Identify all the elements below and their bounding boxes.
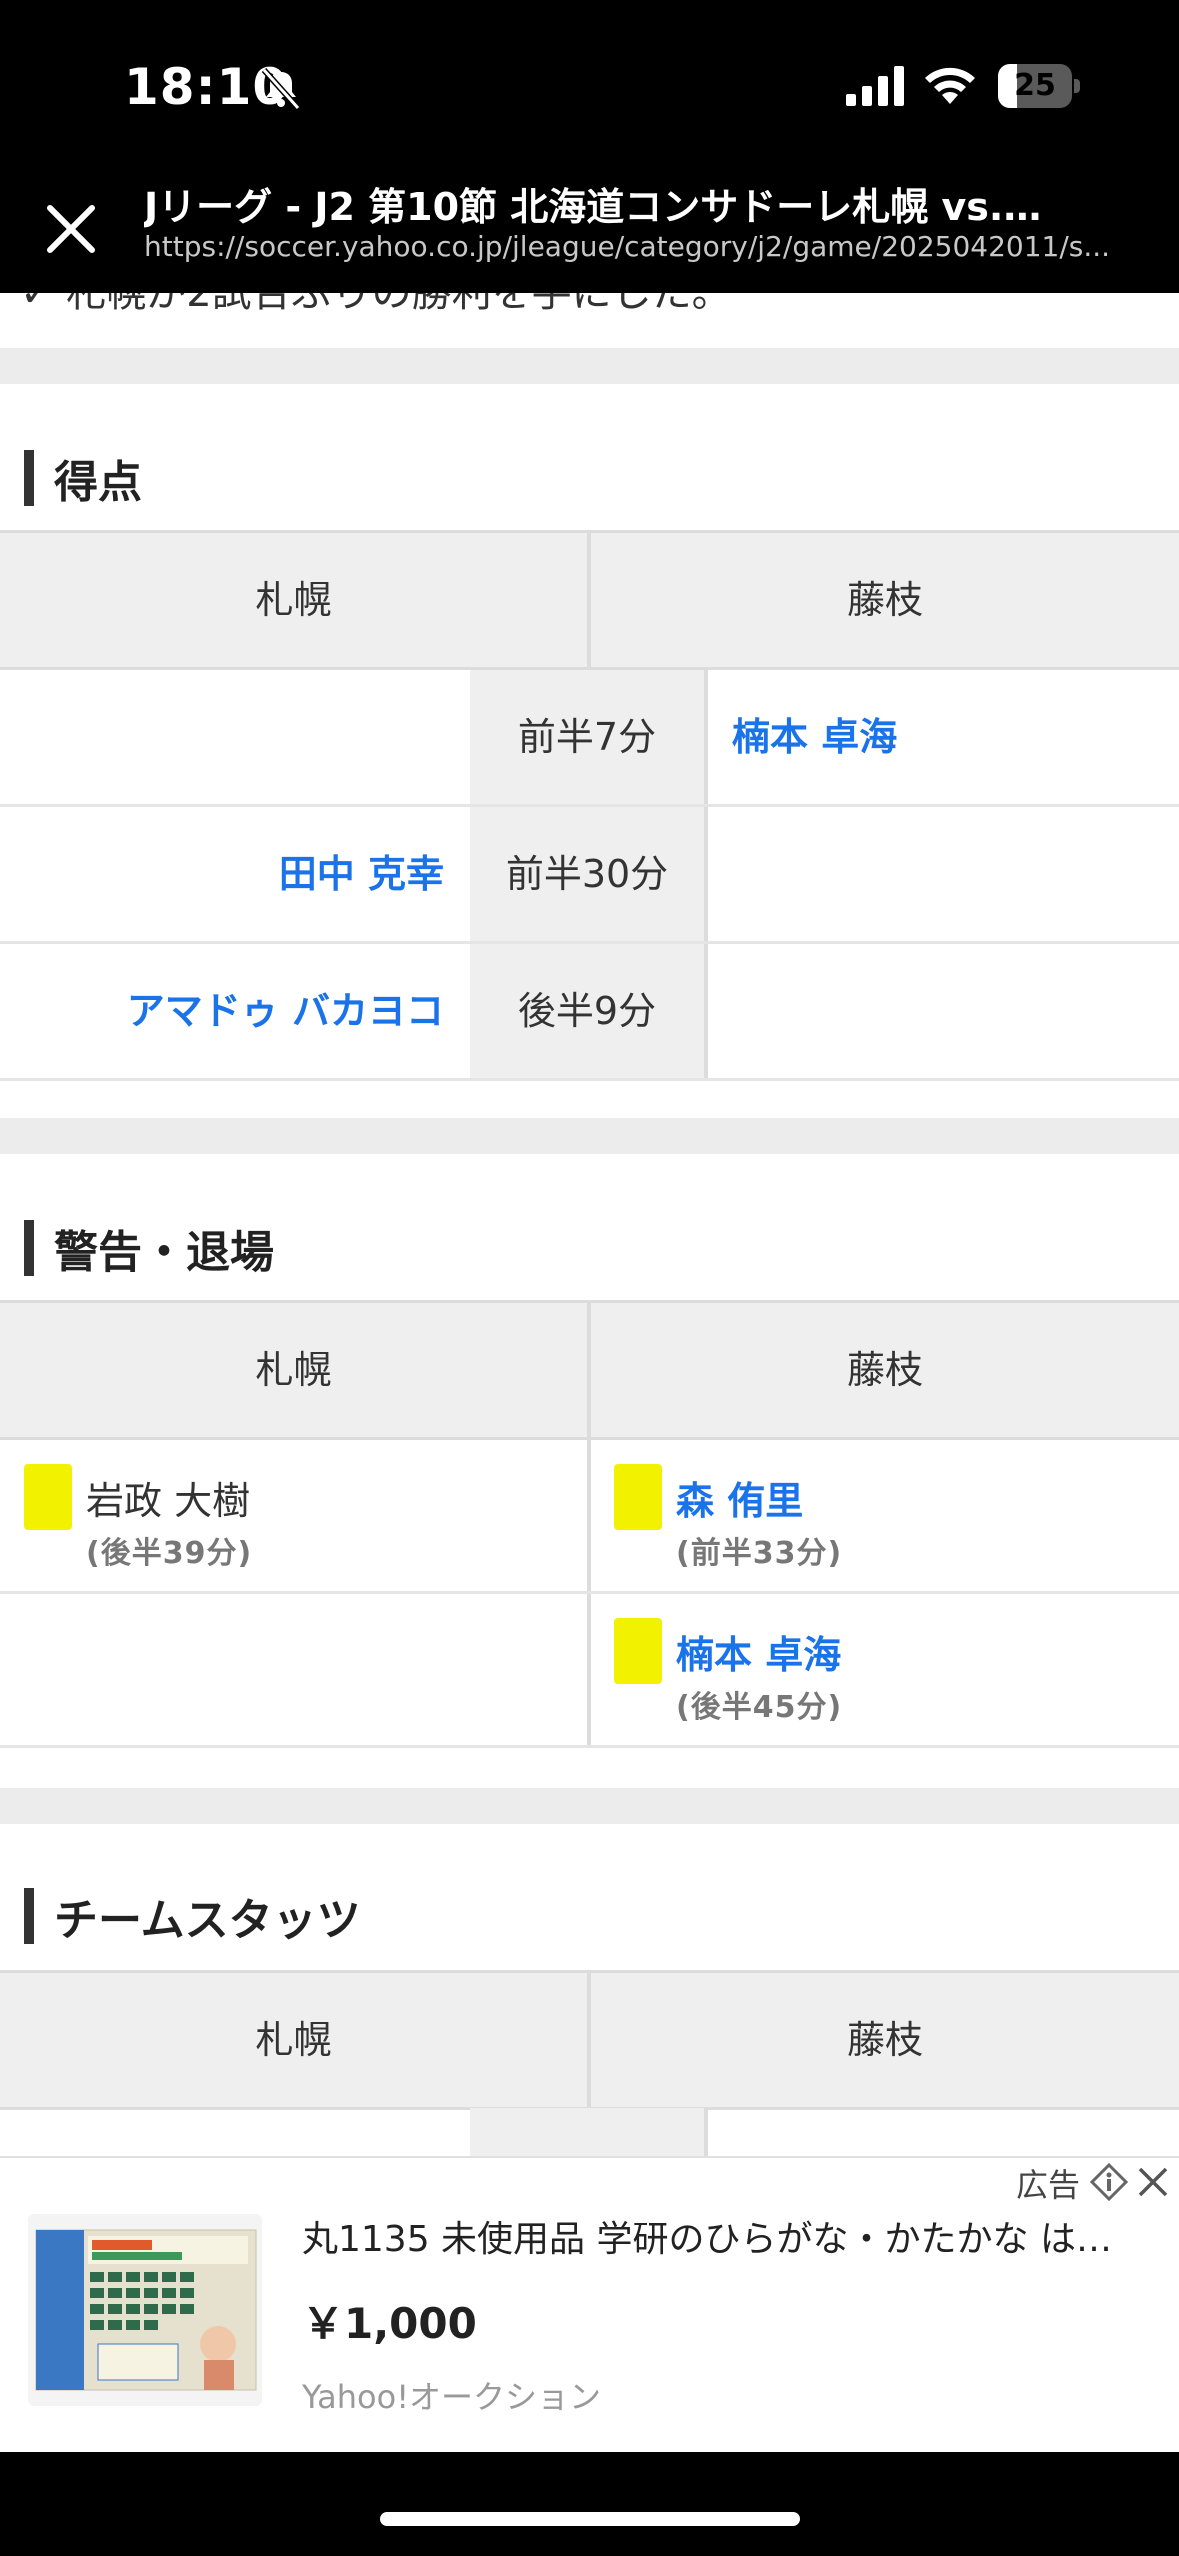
card-time: (後半39分) [86, 1536, 253, 1571]
goal-row: 前半7分 楠本 卓海 [0, 670, 1179, 807]
stats-team-header: 札幌 藤枝 [0, 1970, 1179, 2110]
stats-heading: チームスタッツ [24, 1888, 361, 1946]
yellow-card-icon [614, 1464, 662, 1530]
goal-away-scorer[interactable]: 楠本 卓海 [732, 670, 1172, 804]
ad-title[interactable]: 丸1135 未使用品 学研のひらがな・かたかな は… [302, 2210, 1122, 2262]
goal-home-scorer[interactable]: アマドゥ バカヨコ [0, 944, 444, 1078]
goal-row: 田中 克幸 前半30分 [0, 807, 1179, 944]
card-away-cell: 森 侑里 (前半33分) [614, 1440, 1174, 1591]
wifi-icon [925, 67, 975, 104]
card-time: (後半45分) [676, 1690, 843, 1725]
goals-heading-text: 得点 [54, 457, 142, 508]
card-away-cell: 楠本 卓海 (後半45分) [614, 1594, 1174, 1745]
ad-label: 広告 [1016, 2166, 1081, 2204]
stats-home-team: 札幌 [255, 2018, 332, 2062]
goals-team-header: 札幌 藤枝 [0, 530, 1179, 670]
goal-home-scorer[interactable]: 田中 克幸 [0, 807, 444, 941]
cards-heading: 警告・退場 [24, 1220, 274, 1278]
card-player-name: 岩政 大樹 [86, 1479, 251, 1523]
card-time: (前半33分) [676, 1536, 843, 1571]
goal-away-scorer[interactable] [732, 807, 1172, 941]
goal-time: 前半7分 [470, 670, 704, 804]
card-row: 楠本 卓海 (後半45分) [0, 1594, 1179, 1748]
cards-team-header: 札幌 藤枝 [0, 1300, 1179, 1440]
stats-heading-text: チームスタッツ [54, 1895, 361, 1946]
battery-icon: 25 [998, 64, 1080, 108]
cards-home-team: 札幌 [255, 1348, 332, 1392]
cellular-signal-icon [846, 66, 904, 106]
close-icon[interactable] [40, 198, 102, 260]
goals-away-team: 藤枝 [846, 578, 923, 622]
ad-close-icon[interactable] [1136, 2165, 1170, 2199]
ad-product-image[interactable] [28, 2214, 262, 2406]
ad-source: Yahoo!オークション [302, 2378, 602, 2416]
goals-heading: 得点 [24, 450, 142, 508]
goal-time: 前半30分 [470, 807, 704, 941]
bottom-bar [0, 2452, 1179, 2556]
battery-level: 25 [1014, 68, 1056, 103]
section-divider [0, 1118, 1179, 1154]
yellow-card-icon [24, 1464, 72, 1530]
ad-price: ￥1,000 [302, 2299, 477, 2348]
bell-muted-icon [261, 67, 301, 111]
page-title: Jリーグ - J2 第10節 北海道コンサドーレ札幌 vs.… [144, 185, 1042, 229]
section-divider [0, 1788, 1179, 1824]
section-divider [0, 348, 1179, 384]
goal-time: 後半9分 [470, 944, 704, 1078]
page-url[interactable]: https://soccer.yahoo.co.jp/jleague/categ… [144, 230, 1144, 263]
cards-heading-text: 警告・退場 [54, 1227, 274, 1278]
card-player-name[interactable]: 楠本 卓海 [676, 1624, 841, 1679]
cards-away-team: 藤枝 [846, 1348, 923, 1392]
browser-header: 18:10 25 Jリーグ - J2 第10節 北海道コンサドーレ札幌 vs.…… [0, 0, 1179, 293]
ad-info-icon[interactable] [1090, 2163, 1128, 2201]
stats-away-team: 藤枝 [846, 2018, 923, 2062]
stats-row-peek [0, 2108, 1179, 2158]
card-player-name[interactable]: 森 侑里 [676, 1470, 803, 1525]
card-home-cell: 岩政 大樹 (後半39分) [24, 1440, 584, 1591]
goal-row: アマドゥ バカヨコ 後半9分 [0, 944, 1179, 1081]
card-row: 岩政 大樹 (後半39分) 森 侑里 (前半33分) [0, 1440, 1179, 1594]
goal-away-scorer[interactable] [732, 944, 1172, 1078]
yellow-card-icon [614, 1618, 662, 1684]
goals-home-team: 札幌 [255, 578, 332, 622]
goal-home-scorer[interactable] [0, 670, 444, 804]
home-indicator[interactable] [380, 2512, 800, 2526]
